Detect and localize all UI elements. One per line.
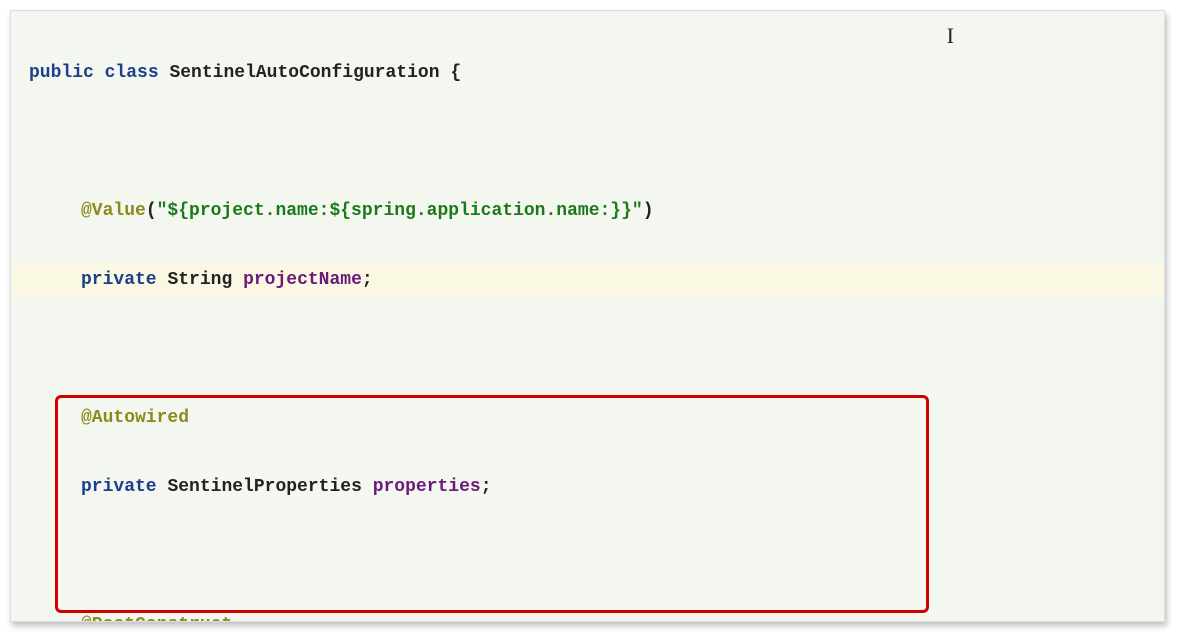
code-block: public class SentinelAutoConfiguration {… xyxy=(11,11,1164,622)
code-editor-panel: I public class SentinelAutoConfiguration… xyxy=(10,10,1165,622)
code-line-highlighted: private String projectName; xyxy=(11,263,1164,298)
code-line xyxy=(11,539,1164,574)
code-line: @PostConstruct xyxy=(11,608,1164,623)
code-line: public class SentinelAutoConfiguration { xyxy=(11,56,1164,91)
code-line: @Autowired xyxy=(11,401,1164,436)
code-line: @Value("${project.name:${spring.applicat… xyxy=(11,194,1164,229)
code-line xyxy=(11,332,1164,367)
code-line: private SentinelProperties properties; xyxy=(11,470,1164,505)
code-line xyxy=(11,125,1164,160)
